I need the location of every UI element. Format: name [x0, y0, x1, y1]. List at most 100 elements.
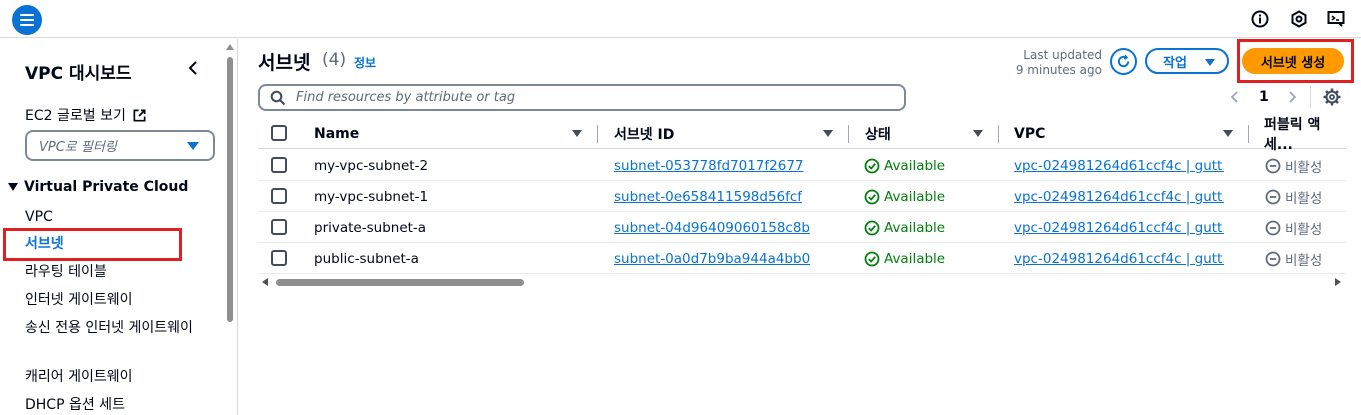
table-row[interactable]: private-subnet-a subnet-04d96409060158c8…	[258, 212, 1346, 243]
notifications-icon[interactable]	[1289, 9, 1309, 29]
column-divider[interactable]	[848, 125, 849, 143]
check-circle-icon	[864, 251, 880, 266]
pager-divider	[1310, 86, 1311, 108]
section-virtual-private-cloud[interactable]: Virtual Private Cloud	[8, 179, 188, 195]
row-name: private-subnet-a	[314, 219, 427, 236]
row-checkbox[interactable]	[271, 250, 287, 266]
table-row[interactable]: my-vpc-subnet-1 subnet-0e658411598d56fcf…	[258, 181, 1346, 212]
vpc-link[interactable]: vpc-024981264d61ccf4c | gutt...	[1014, 150, 1224, 181]
row-name: my-vpc-subnet-2	[314, 157, 429, 174]
sort-caret-icon[interactable]	[823, 130, 833, 137]
status-label: Available	[884, 250, 946, 267]
sidebar-item-carrier-gateways[interactable]: 캐리어 게이트웨이	[25, 368, 133, 386]
refresh-button[interactable]	[1110, 48, 1137, 75]
select-all-checkbox[interactable]	[271, 125, 287, 141]
public-access-label: 비활성	[1285, 252, 1323, 269]
column-header-subnet-id[interactable]: 서브넷 ID	[614, 119, 674, 149]
actions-button[interactable]: 작업	[1145, 48, 1229, 74]
sidebar-item-vpc[interactable]: VPC	[25, 208, 53, 226]
row-checkbox[interactable]	[271, 219, 287, 235]
check-circle-icon	[864, 220, 880, 235]
sort-caret-icon[interactable]	[973, 130, 983, 137]
subnet-id-link[interactable]: subnet-04d96409060158c8b	[614, 212, 810, 243]
vpc-filter-placeholder: VPC로 필터링	[39, 140, 117, 155]
status-badge: Available	[864, 243, 945, 274]
vpc-link[interactable]: vpc-024981264d61ccf4c | gutt...	[1014, 212, 1224, 243]
next-page-icon[interactable]	[1285, 89, 1299, 105]
settings-gear-icon[interactable]	[1322, 87, 1342, 107]
row-name: public-subnet-a	[314, 250, 419, 267]
public-access-value: 비활성	[1265, 212, 1322, 243]
page-title: 서브넷	[258, 52, 311, 74]
status-label: Available	[884, 157, 946, 174]
sidebar-scrollbar[interactable]	[227, 57, 233, 322]
last-updated-label: Last updated	[1023, 48, 1102, 62]
sort-caret-icon[interactable]	[572, 130, 582, 137]
sidebar-item-egress-only-gateways[interactable]: 송신 전용 인터넷 게이트웨이	[25, 319, 203, 337]
column-header-label: 퍼블릭 액세...	[1264, 117, 1321, 153]
caret-down-icon	[8, 183, 18, 191]
check-circle-icon	[864, 158, 880, 173]
section-label: Virtual Private Cloud	[24, 179, 189, 195]
row-name: my-vpc-subnet-1	[314, 188, 429, 205]
sidebar-item-internet-gateways[interactable]: 인터넷 게이트웨이	[25, 291, 133, 309]
search-icon	[270, 90, 286, 106]
disabled-circle-icon	[1265, 220, 1281, 235]
row-checkbox[interactable]	[271, 157, 287, 173]
column-header-label: 서브넷 ID	[614, 127, 675, 143]
subnet-id-link[interactable]: subnet-053778fd7017f2677	[614, 150, 804, 181]
column-header-name[interactable]: Name	[314, 119, 359, 149]
cloudshell-icon[interactable]	[1326, 9, 1346, 29]
highlight-box-subnets	[3, 228, 182, 261]
sidebar-title: VPC 대시보드	[25, 64, 132, 84]
disabled-circle-icon	[1265, 158, 1281, 173]
scroll-up-arrow[interactable]	[226, 44, 234, 50]
sort-caret-icon[interactable]	[1223, 130, 1233, 137]
column-header-state[interactable]: 상태	[865, 119, 891, 149]
sidebar-item-dhcp-option-sets[interactable]: DHCP 옵션 세트	[25, 396, 125, 414]
resource-count: (4)	[322, 50, 347, 70]
public-access-value: 비활성	[1265, 150, 1322, 181]
ec2-global-view-link[interactable]: EC2 글로벌 보기	[25, 105, 147, 125]
status-label: Available	[884, 188, 946, 205]
row-checkbox[interactable]	[271, 188, 287, 204]
status-badge: Available	[864, 181, 945, 212]
sidebar-item-route-tables[interactable]: 라우팅 테이블	[25, 263, 107, 281]
scroll-left-arrow[interactable]	[262, 278, 268, 286]
table-row[interactable]: public-subnet-a subnet-0a0d7b9ba944a4bb0…	[258, 243, 1346, 274]
column-header-vpc[interactable]: VPC	[1014, 119, 1045, 149]
subnet-id-link[interactable]: subnet-0e658411598d56fcf	[614, 181, 802, 212]
column-divider[interactable]	[597, 125, 598, 143]
previous-page-icon[interactable]	[1228, 89, 1242, 105]
public-access-value: 비활성	[1265, 181, 1322, 212]
subnet-id-link[interactable]: subnet-0a0d7b9ba944a4bb0	[614, 243, 810, 274]
top-navigation	[0, 0, 1361, 38]
menu-icon[interactable]	[12, 5, 42, 35]
ec2-global-view-label: EC2 글로벌 보기	[25, 108, 126, 124]
scroll-right-arrow[interactable]	[1335, 278, 1341, 286]
info-link[interactable]: 정보	[354, 54, 376, 71]
column-divider[interactable]	[1248, 125, 1249, 143]
chevron-down-icon	[187, 142, 199, 150]
vpc-link[interactable]: vpc-024981264d61ccf4c | gutt...	[1014, 181, 1224, 212]
public-access-label: 비활성	[1285, 221, 1323, 238]
sidebar: VPC 대시보드 EC2 글로벌 보기 VPC로 필터링 Virtual Pri…	[0, 39, 238, 415]
search-input[interactable]: Find resources by attribute or tag	[258, 84, 906, 111]
table-header: Name 서브넷 ID 상태 VPC 퍼블릭 액세...	[258, 117, 1346, 153]
collapse-sidebar-icon[interactable]	[184, 57, 202, 79]
search-placeholder: Find resources by attribute or tag	[296, 90, 516, 105]
column-header-public-access[interactable]: 퍼블릭 액세...	[1264, 117, 1346, 153]
status-label: Available	[884, 219, 946, 236]
vpc-filter-select[interactable]: VPC로 필터링	[25, 130, 215, 161]
info-icon[interactable]	[1250, 9, 1270, 29]
column-divider[interactable]	[998, 125, 999, 143]
page-number[interactable]: 1	[1259, 89, 1269, 105]
vpc-link[interactable]: vpc-024981264d61ccf4c | gutt...	[1014, 243, 1224, 274]
check-circle-icon	[864, 189, 880, 204]
public-access-label: 비활성	[1285, 190, 1323, 207]
column-header-label: VPC	[1014, 126, 1046, 142]
table-horizontal-scrollbar[interactable]	[276, 279, 524, 286]
column-header-label: 상태	[865, 127, 891, 143]
actions-label: 작업	[1163, 55, 1187, 71]
table-row[interactable]: my-vpc-subnet-2 subnet-053778fd7017f2677…	[258, 150, 1346, 181]
